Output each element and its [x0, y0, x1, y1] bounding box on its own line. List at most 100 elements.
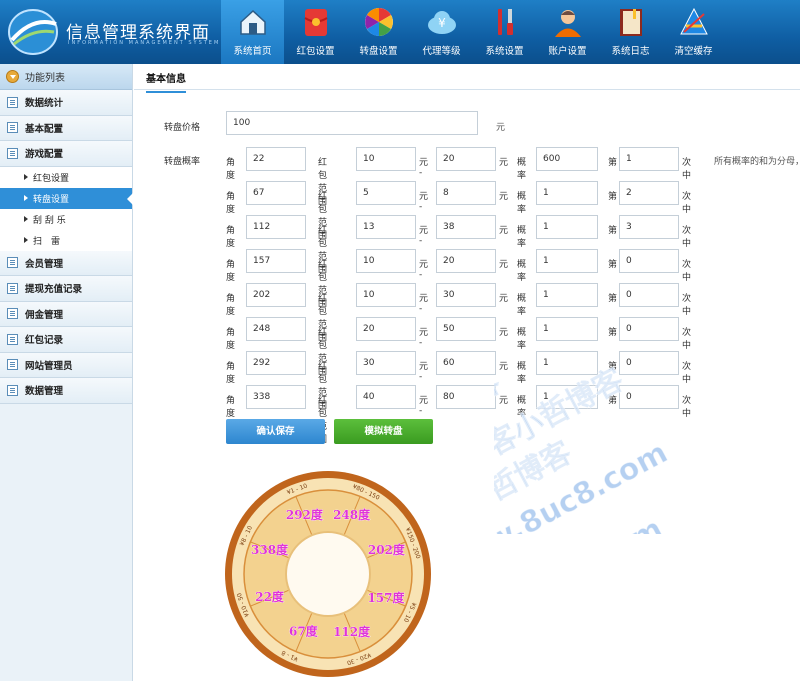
- nav-system-log[interactable]: 系统日志: [599, 0, 662, 64]
- sidebar-item-red-records[interactable]: 红包记录: [0, 327, 132, 353]
- list-icon: [7, 147, 18, 159]
- sidebar-item-basic-config[interactable]: 基本配置: [0, 115, 132, 141]
- nav-system-settings[interactable]: 系统设置: [473, 0, 536, 64]
- sidebar-sub-minesweeper[interactable]: 扫 雷: [0, 229, 132, 251]
- range-max-input[interactable]: 20: [436, 249, 496, 273]
- range-min-input[interactable]: 5: [356, 181, 416, 205]
- sidebar-item-data-mgmt[interactable]: 数据管理: [0, 378, 132, 404]
- nav-clear-cache[interactable]: 清空缓存: [662, 0, 725, 64]
- probability-input[interactable]: 1: [536, 283, 598, 307]
- angle-label: 角度: [226, 294, 236, 317]
- clear-cache-icon: [680, 7, 708, 35]
- range-min-input[interactable]: 20: [356, 317, 416, 341]
- nav-agent-level[interactable]: ¥ 代理等级: [410, 0, 473, 64]
- nth-input[interactable]: 1: [619, 147, 679, 171]
- list-icon: [7, 257, 18, 269]
- watermark-text: 哲博客小哲博客: [494, 435, 578, 534]
- angle-label: 角度: [226, 328, 236, 351]
- probability-input[interactable]: 1: [536, 181, 598, 205]
- nth-label: 第: [608, 294, 618, 304]
- sidebar-item-commission[interactable]: 佣金管理: [0, 301, 132, 327]
- tab-basic-info[interactable]: 基本信息: [146, 70, 186, 93]
- sidebar: 功能列表 数据统计 基本配置 游戏配置 红包设置 转盘设置 刮 刮 乐 扫 雷 …: [0, 64, 133, 681]
- wheel-icon: [365, 8, 393, 36]
- probability-input[interactable]: 1: [536, 351, 598, 375]
- nth-input[interactable]: 0: [619, 283, 679, 307]
- angle-label: 角度: [226, 158, 236, 181]
- probability-input[interactable]: 1: [536, 215, 598, 239]
- nth-input[interactable]: 2: [619, 181, 679, 205]
- angle-input[interactable]: 202: [246, 283, 306, 307]
- range-max-input[interactable]: 80: [436, 385, 496, 409]
- range-min-input[interactable]: 13: [356, 215, 416, 239]
- range-separator: 元 -: [419, 362, 429, 382]
- probability-label: 概率: [517, 158, 527, 181]
- nth-input[interactable]: 3: [619, 215, 679, 239]
- sidebar-item-data-stats[interactable]: 数据统计: [0, 90, 132, 116]
- range-separator: 元 -: [419, 158, 429, 178]
- angle-label: 角度: [226, 396, 236, 419]
- price-input[interactable]: 100: [226, 111, 478, 135]
- range-max-input[interactable]: 8: [436, 181, 496, 205]
- nav-account-settings[interactable]: 账户设置: [536, 0, 599, 64]
- angle-input[interactable]: 112: [246, 215, 306, 239]
- range-min-input[interactable]: 10: [356, 283, 416, 307]
- sidebar-item-game-config[interactable]: 游戏配置: [0, 141, 132, 167]
- caret-right-icon: [24, 237, 28, 243]
- range-min-input[interactable]: 30: [356, 351, 416, 375]
- probability-input[interactable]: 1: [536, 317, 598, 341]
- sidebar-sub-red-envelope[interactable]: 红包设置: [0, 166, 132, 188]
- price-unit: 元: [496, 123, 506, 133]
- range-min-input[interactable]: 40: [356, 385, 416, 409]
- range-min-input[interactable]: 10: [356, 249, 416, 273]
- probability-note: 所有概率的和为分母，: [714, 157, 800, 167]
- angle-input[interactable]: 67: [246, 181, 306, 205]
- wheel-segment-label: 157度: [367, 590, 405, 605]
- top-nav: 系统首页 红包设置 转盘设置 ¥ 代理等级 系统设置 账户设置 系统日志 清空缓…: [221, 0, 725, 64]
- angle-input[interactable]: 22: [246, 147, 306, 171]
- range-max-input[interactable]: 20: [436, 147, 496, 171]
- save-button[interactable]: 确认保存: [226, 419, 325, 444]
- range-separator: 元 -: [419, 294, 429, 314]
- list-icon: [7, 122, 18, 134]
- wheel-segment-label: 338度: [251, 542, 289, 557]
- range-max-input[interactable]: 30: [436, 283, 496, 307]
- angle-input[interactable]: 338: [246, 385, 306, 409]
- sidebar-item-withdraw-records[interactable]: 提现充值记录: [0, 276, 132, 302]
- sidebar-sub-scratch[interactable]: 刮 刮 乐: [0, 208, 132, 230]
- nav-red-envelope[interactable]: 红包设置: [284, 0, 347, 64]
- sidebar-item-members[interactable]: 会员管理: [0, 250, 132, 276]
- nav-home[interactable]: 系统首页: [221, 0, 284, 64]
- nth-input[interactable]: 0: [619, 317, 679, 341]
- simulate-wheel-button[interactable]: 模拟转盘: [334, 419, 433, 444]
- nth-input[interactable]: 0: [619, 351, 679, 375]
- sidebar-header[interactable]: 功能列表: [0, 64, 132, 90]
- range-separator: 元 -: [419, 192, 429, 212]
- prize-wheel[interactable]: ¥1 - 10 ¥80 - 150¥150 - 200¥5 - 10¥20 - 3…: [222, 462, 434, 681]
- probability-input[interactable]: 600: [536, 147, 598, 171]
- range-max-input[interactable]: 50: [436, 317, 496, 341]
- wheel-segment-label: 202度: [368, 542, 406, 557]
- hit-label: 次中: [682, 328, 692, 351]
- sidebar-item-admins[interactable]: 网站管理员: [0, 352, 132, 378]
- sidebar-sub-wheel[interactable]: 转盘设置: [0, 187, 133, 209]
- wheel-segment-label: 22度: [255, 589, 285, 604]
- yuan-unit: 元: [499, 328, 509, 338]
- list-icon: [7, 333, 18, 345]
- range-max-input[interactable]: 38: [436, 215, 496, 239]
- nth-input[interactable]: 0: [619, 385, 679, 409]
- yuan-unit: 元: [499, 294, 509, 304]
- money-cloud-icon: ¥: [428, 11, 456, 34]
- range-max-input[interactable]: 60: [436, 351, 496, 375]
- nth-input[interactable]: 0: [619, 249, 679, 273]
- angle-input[interactable]: 248: [246, 317, 306, 341]
- angle-input[interactable]: 157: [246, 249, 306, 273]
- angle-input[interactable]: 292: [246, 351, 306, 375]
- tools-icon: [498, 9, 513, 35]
- nav-wheel[interactable]: 转盘设置: [347, 0, 410, 64]
- probability-input[interactable]: 1: [536, 385, 598, 409]
- range-min-input[interactable]: 10: [356, 147, 416, 171]
- nth-label: 第: [608, 158, 618, 168]
- main-content: 基本信息 转盘价格 100 元 转盘概率 所有概率的和为分母， 角度 22 红包范围…: [134, 64, 800, 681]
- probability-input[interactable]: 1: [536, 249, 598, 273]
